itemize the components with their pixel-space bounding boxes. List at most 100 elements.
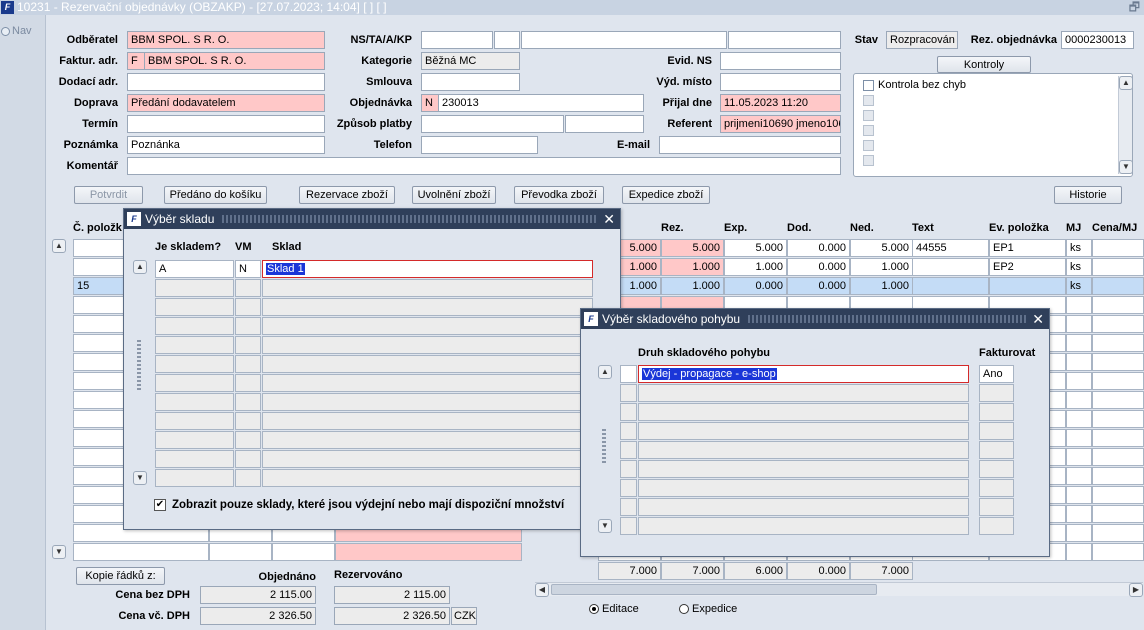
sklad-cell-vm[interactable]: [235, 298, 261, 316]
objednavka-code-field[interactable]: N: [421, 94, 439, 112]
sklad-cell-sklad[interactable]: [262, 450, 593, 468]
pohyb-cell-fakt[interactable]: [979, 479, 1014, 497]
grid-cell-ev[interactable]: EP2: [989, 258, 1066, 276]
dodaci-adr-field[interactable]: [127, 73, 325, 91]
rezervace-zbozi-button[interactable]: Rezervace zboží: [299, 186, 395, 204]
kontroly-button[interactable]: Kontroly: [937, 56, 1031, 73]
faktur-adr-field[interactable]: BBM SPOL. S R. O.: [144, 52, 325, 70]
telefon-field[interactable]: [421, 136, 538, 154]
pohyb-cell-fakt[interactable]: Ano: [979, 365, 1014, 383]
grid-cell[interactable]: [209, 543, 272, 561]
uvolneni-zbozi-button[interactable]: Uvolnění zboží: [412, 186, 496, 204]
grid-cell-cena[interactable]: [1092, 296, 1144, 314]
close-icon[interactable]: ✕: [1032, 309, 1044, 329]
scroll-up-icon[interactable]: ▲: [1119, 76, 1133, 90]
vyd-misto-field[interactable]: [720, 73, 841, 91]
grid-cell-mj[interactable]: [1066, 467, 1092, 485]
pohyb-cell-mark[interactable]: [620, 498, 637, 516]
grid-cell-cena[interactable]: [1092, 334, 1144, 352]
grid-cell-ned[interactable]: 5.000: [850, 239, 913, 257]
grid-cell-cislo[interactable]: [73, 543, 209, 561]
sklad-cell-skladem[interactable]: [155, 412, 234, 430]
grid-cell-text[interactable]: [912, 277, 989, 295]
grid-cell-cena[interactable]: [1092, 467, 1144, 485]
sklad-cell-vm[interactable]: [235, 412, 261, 430]
grid-cell-cena[interactable]: [1092, 524, 1144, 542]
grid-cell-rez[interactable]: 1.000: [661, 258, 724, 276]
grid-cell-mj[interactable]: ks: [1066, 277, 1092, 295]
kontrola-checkbox-empty[interactable]: [863, 140, 874, 151]
odberatel-field[interactable]: BBM SPOL. S R. O.: [127, 31, 325, 49]
smlouva-field[interactable]: [421, 73, 520, 91]
pohyb-cell-fakt[interactable]: [979, 384, 1014, 402]
grid-cell-dod[interactable]: 0.000: [787, 277, 850, 295]
sklad-cell-vm[interactable]: [235, 317, 261, 335]
grid-cell[interactable]: [335, 543, 522, 561]
sklad-cell-sklad[interactable]: [262, 393, 593, 411]
grid-cell-mj[interactable]: [1066, 543, 1092, 561]
scroll-right-icon[interactable]: ▶: [1129, 583, 1143, 597]
grid-cell-cena[interactable]: [1092, 429, 1144, 447]
referent-field[interactable]: prijmeni10690 jmeno106: [720, 115, 841, 133]
grid-cell-cena[interactable]: [1092, 239, 1144, 257]
pohyb-cell-fakt[interactable]: [979, 460, 1014, 478]
grid-cell-cena[interactable]: [1092, 372, 1144, 390]
grid-scroll-down-icon[interactable]: ▼: [52, 545, 66, 559]
grid-cell-mj[interactable]: [1066, 429, 1092, 447]
kp-field[interactable]: [728, 31, 841, 49]
sklad-cell-vm[interactable]: [235, 355, 261, 373]
pohyb-cell-druh[interactable]: [638, 479, 969, 497]
pohyb-cell-druh[interactable]: [638, 422, 969, 440]
pohyb-cell-druh[interactable]: [638, 517, 969, 535]
poznamka-field[interactable]: Poznánka: [127, 136, 325, 154]
grid-cell-rez[interactable]: 1.000: [661, 277, 724, 295]
pohyb-cell-mark[interactable]: [620, 422, 637, 440]
grid-cell-mj[interactable]: [1066, 524, 1092, 542]
rez-objednavka-field[interactable]: 0000230013: [1061, 31, 1134, 49]
email-field[interactable]: [659, 136, 841, 154]
grid-cell-text[interactable]: 44555: [912, 239, 989, 257]
sklad-cell-sklad[interactable]: [262, 431, 593, 449]
grid-cell-exp[interactable]: 0.000: [724, 277, 787, 295]
scroll-up-icon[interactable]: ▲: [598, 365, 612, 379]
sklad-cell-sklad[interactable]: [262, 469, 593, 487]
grid-cell-mj[interactable]: ks: [1066, 258, 1092, 276]
grid-cell-exp[interactable]: 5.000: [724, 239, 787, 257]
grid-cell-ev[interactable]: EP1: [989, 239, 1066, 257]
sklad-cell-skladem[interactable]: [155, 469, 234, 487]
grid-cell-text[interactable]: [912, 258, 989, 276]
sklad-scrollbar[interactable]: ▲ ▼: [133, 260, 147, 488]
close-icon[interactable]: ✕: [603, 209, 615, 229]
pohyb-cell-fakt[interactable]: [979, 517, 1014, 535]
kategorie-field[interactable]: Běžná MC: [421, 52, 520, 70]
grid-cell-cena[interactable]: [1092, 353, 1144, 371]
prevodka-zbozi-button[interactable]: Převodka zboží: [514, 186, 604, 204]
komentar-field[interactable]: [127, 157, 841, 175]
sklad-cell-skladem[interactable]: [155, 336, 234, 354]
sklad-cell-sklad[interactable]: [262, 374, 593, 392]
kontrola-checkbox-empty[interactable]: [863, 95, 874, 106]
zpusob-platby-field[interactable]: [421, 115, 564, 133]
grid-cell-mj[interactable]: [1066, 410, 1092, 428]
grid-cell-cena[interactable]: [1092, 448, 1144, 466]
pohyb-cell-mark[interactable]: [620, 384, 637, 402]
pohyb-cell-fakt[interactable]: [979, 403, 1014, 421]
kontroly-scrollbar[interactable]: ▲ ▼: [1118, 76, 1133, 174]
sklad-cell-sklad[interactable]: [262, 298, 593, 316]
grid-cell-cena[interactable]: [1092, 410, 1144, 428]
ta-field[interactable]: [494, 31, 520, 49]
grid-cell[interactable]: [272, 543, 335, 561]
pohyb-cell-mark[interactable]: [620, 441, 637, 459]
scroll-left-icon[interactable]: ◀: [535, 583, 549, 597]
prijal-dne-field[interactable]: 11.05.2023 11:20: [720, 94, 841, 112]
pohyb-cell-mark[interactable]: [620, 403, 637, 421]
title-grip[interactable]: [748, 315, 1028, 323]
pohyb-cell-fakt[interactable]: [979, 441, 1014, 459]
pohyb-cell-mark[interactable]: [620, 479, 637, 497]
grid-cell-mj[interactable]: [1066, 353, 1092, 371]
sklad-cell-sklad[interactable]: Sklad 1: [262, 260, 593, 278]
sklad-cell-skladem[interactable]: [155, 374, 234, 392]
sklad-cell-vm[interactable]: [235, 336, 261, 354]
sklad-cell-vm[interactable]: [235, 469, 261, 487]
scroll-down-icon[interactable]: ▼: [598, 519, 612, 533]
